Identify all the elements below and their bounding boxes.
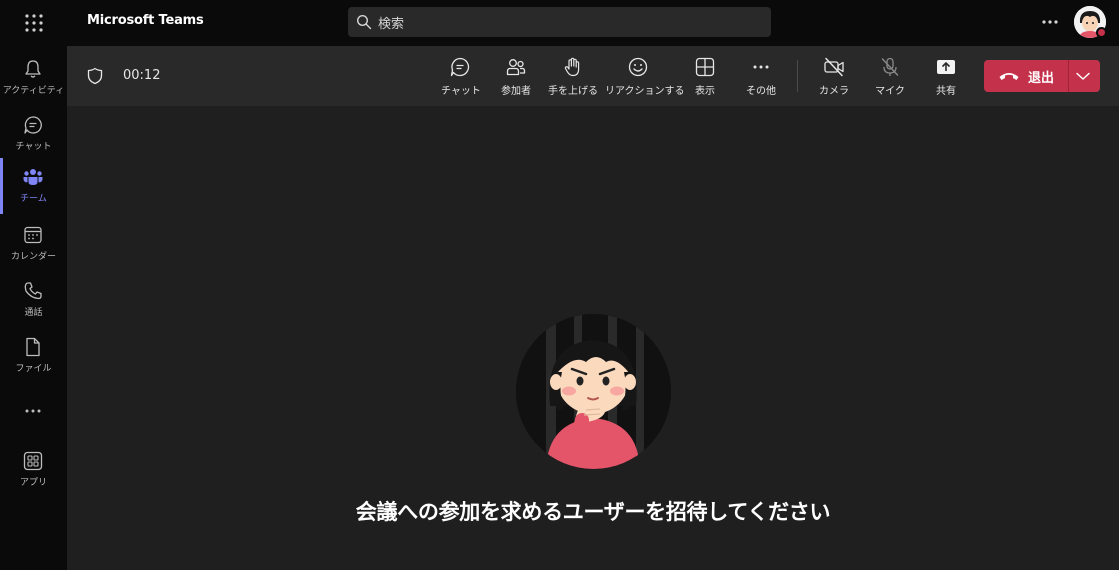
more-button[interactable]: その他 (742, 46, 780, 106)
more-button-label: その他 (746, 86, 776, 97)
rail-item-chat[interactable]: チャット (0, 106, 67, 162)
rail-item-label: 通話 (24, 308, 43, 318)
rail-item-activity[interactable]: アクティビティ (0, 50, 67, 106)
camera-button[interactable]: カメラ (815, 46, 853, 106)
chat-button-label: チャット (441, 86, 481, 97)
hand-icon (564, 57, 580, 77)
participants-button-label: 参加者 (501, 86, 531, 97)
rail-item-apps[interactable]: アプリ (0, 442, 67, 498)
title-bar: Microsoft Teams 検索 (0, 0, 1119, 46)
view-button[interactable]: 表示 (686, 46, 724, 106)
rail-item-label: ファイル (15, 364, 52, 374)
search-placeholder: 検索 (378, 17, 405, 32)
apps-icon (23, 451, 43, 471)
rail-item-teams[interactable]: チーム (0, 158, 67, 214)
camera-button-label: カメラ (819, 86, 849, 97)
meeting-stage: 会議への参加を求めるユーザーを招待してください (67, 106, 1119, 570)
share-button[interactable]: 共有 (927, 46, 965, 106)
share-screen-icon (937, 60, 955, 74)
meeting-timer: 00:12 (123, 68, 161, 83)
file-icon (26, 337, 40, 357)
rail-item-label: アクティビティ (2, 86, 65, 96)
phone-icon (24, 282, 42, 300)
presence-busy-indicator (1096, 27, 1107, 38)
raise-hand-button[interactable]: 手を上げる (547, 46, 599, 106)
chat-icon (24, 116, 42, 134)
mic-button-label: マイク (875, 86, 905, 97)
chat-icon (450, 57, 470, 77)
app-rail: アクティビティ チャット チーム カレンダー 通話 ファイル アプリ (0, 46, 67, 570)
camera-off-icon (824, 57, 844, 77)
shield-icon[interactable] (87, 67, 103, 85)
rail-item-files[interactable]: ファイル (0, 328, 67, 384)
meeting-toolbar: 00:12 チャット 参加者 手を上げる リアクションする 表示 その他 カメラ… (67, 46, 1119, 106)
hang-up-icon (999, 73, 1019, 80)
calendar-icon (24, 226, 42, 244)
react-button[interactable]: リアクションする (605, 46, 685, 106)
participant-avatar (516, 314, 671, 469)
more-apps-icon[interactable] (22, 400, 44, 422)
leave-divider (1068, 60, 1069, 92)
bell-icon (25, 60, 41, 78)
chat-button[interactable]: チャット (441, 46, 481, 106)
rail-item-label: カレンダー (10, 252, 56, 262)
rail-item-calls[interactable]: 通話 (0, 272, 67, 328)
participants-icon (506, 59, 526, 76)
app-title: Microsoft Teams (87, 13, 204, 28)
leave-button[interactable]: 退出 (984, 60, 1068, 92)
more-icon (753, 65, 769, 69)
view-button-label: 表示 (695, 86, 715, 97)
react-button-label: リアクションする (605, 86, 685, 97)
toolbar-divider (797, 60, 798, 92)
mic-off-icon (881, 57, 899, 76)
rail-item-label: チーム (20, 194, 47, 204)
mic-button[interactable]: マイク (871, 46, 909, 106)
rail-item-label: アプリ (19, 478, 47, 488)
raise-hand-button-label: 手を上げる (548, 86, 598, 97)
leave-button-label: 退出 (1028, 71, 1055, 86)
teams-icon (23, 169, 43, 185)
rail-item-label: チャット (15, 142, 52, 152)
search-input[interactable]: 検索 (348, 7, 771, 37)
rail-item-calendar[interactable]: カレンダー (0, 216, 67, 272)
layout-grid-icon (695, 57, 715, 77)
emoji-icon (628, 57, 648, 77)
more-options-icon[interactable] (1040, 12, 1060, 32)
chevron-down-icon[interactable] (1075, 69, 1091, 83)
app-launcher-icon[interactable] (20, 9, 48, 37)
search-icon (356, 14, 372, 30)
participants-button[interactable]: 参加者 (497, 46, 535, 106)
share-button-label: 共有 (936, 86, 956, 97)
leave-button-group: 退出 (984, 60, 1100, 92)
invite-message: 会議への参加を求めるユーザーを招待してください (355, 500, 831, 524)
